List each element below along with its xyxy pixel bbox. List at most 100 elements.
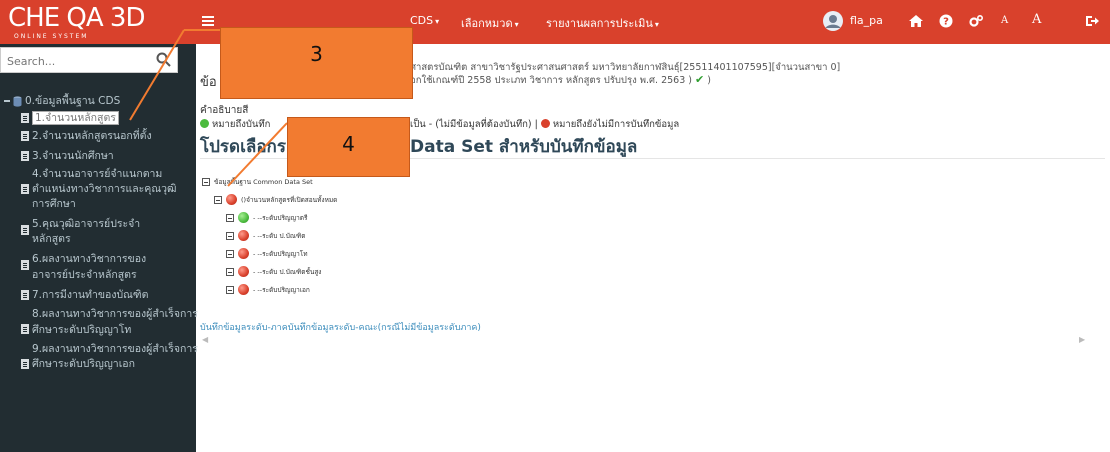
sidebar-item-label: 3.จำนวนนักศึกษา (32, 149, 114, 162)
collapse-toggle-icon[interactable] (226, 267, 234, 276)
settings-gears-icon[interactable] (968, 13, 984, 29)
tree-child-label: ()จำนวนหลักสูตรที่เปิดสอนทั้งหมด (241, 195, 338, 204)
color-legend-left: หมายถึงบันทึก (200, 117, 270, 132)
sidebar-item-label: 7.การมีงานทำของบัณฑิต (32, 288, 149, 301)
page-heading-left: โปรดเลือกร (200, 137, 286, 157)
caret-down-icon: ▾ (435, 17, 440, 26)
logout-icon[interactable] (1084, 13, 1100, 29)
nav-menu-select-category[interactable]: เลือกหมวด ▾ (461, 14, 519, 32)
document-icon (21, 358, 29, 369)
nav-menu-cds[interactable]: CDS ▾ (410, 14, 439, 27)
sidebar-item-students[interactable]: 3.จำนวนนักศึกษา (4, 149, 194, 164)
tree-leaf-label: - --ระดับ ป.บัณฑิตชั้นสูง (253, 267, 322, 276)
collapse-icon[interactable] (4, 100, 10, 102)
tree-leaf-masters[interactable]: - --ระดับปริญญาโท (226, 248, 308, 259)
document-icon (21, 113, 29, 123)
tree-leaf-label: - --ระดับปริญญาตรี (253, 213, 308, 222)
save-by-level-link[interactable]: บันทึกข้อมูลระดับ-ภาคบันทึกข้อมูลระดับ-ค… (200, 320, 481, 334)
sidebar-item-lecturer-qualifications[interactable]: 5.คุณวุฒิอาจารย์ประจำหลักสูตร (4, 217, 168, 248)
sidebar-item-label: 4.จำนวนอาจารย์จำแนกตามตำแหน่งทางวิชาการแ… (32, 167, 177, 211)
document-icon (21, 260, 29, 271)
search-input[interactable] (5, 49, 159, 73)
status-red-icon (238, 266, 249, 277)
caret-down-icon: ▾ (514, 20, 519, 29)
sidebar-item-label: 6.ผลงานทางวิชาการของอาจารย์ประจำหลักสูตร (32, 253, 147, 281)
collapse-toggle-icon[interactable] (226, 249, 234, 258)
nav-menu-cds-label: CDS (410, 14, 434, 27)
callout-box-4: 4 (287, 117, 410, 177)
color-legend-right: เป็น - (ไม่มีข้อมูลที่ต้องบันทึก) | หมาย… (410, 117, 679, 132)
document-icon (21, 224, 29, 235)
tree-leaf-label: - --ระดับปริญญาโท (253, 249, 308, 258)
page-heading-right: Data Set สำหรับบันทึกข้อมูล (410, 137, 638, 157)
user-name[interactable]: fla_pa (850, 14, 883, 27)
sidebar-item-doctoral-publications[interactable]: 9.ผลงานทางวิชาการของผู้สำเร็จการศึกษาระด… (4, 342, 198, 373)
status-red-icon (238, 230, 249, 241)
app-logo[interactable]: CHE QA 3D ONLINE SYSTEM (0, 0, 196, 44)
help-icon[interactable]: ? (938, 13, 954, 29)
document-icon (21, 183, 29, 194)
status-red-icon (226, 194, 237, 205)
document-icon (21, 324, 29, 335)
program-info-prefix: ข้อ (200, 75, 217, 90)
check-icon: ✔ (695, 73, 705, 86)
sidebar-item-lecturer-publications[interactable]: 6.ผลงานทางวิชาการของอาจารย์ประจำหลักสูตร (4, 252, 168, 283)
program-criteria-line: อกใช้เกณฑ์ปี 2558 ประเภท วิชาการ หลักสูต… (410, 73, 711, 88)
document-icon (21, 150, 29, 161)
sidebar-item-faculty-positions[interactable]: 4.จำนวนอาจารย์จำแนกตามตำแหน่งทางวิชาการแ… (4, 167, 190, 213)
user-avatar-icon[interactable] (822, 10, 844, 32)
sidebar-item-label: 2.จำนวนหลักสูตรนอกที่ตั้ง (32, 130, 152, 143)
tree-leaf-label: - --ระดับปริญญาเอก (253, 285, 310, 294)
sidebar-item-offsite-courses[interactable]: 2.จำนวนหลักสูตรนอกที่ตั้ง (4, 129, 194, 144)
tree-leaf-higher-diploma[interactable]: - --ระดับ ป.บัณฑิตชั้นสูง (226, 266, 321, 277)
status-red-icon (238, 248, 249, 259)
font-size-large-button[interactable]: A (1032, 12, 1041, 27)
document-icon (21, 289, 29, 300)
red-status-icon (540, 119, 550, 128)
tree-child-node[interactable]: ()จำนวนหลักสูตรที่เปิดสอนทั้งหมด (214, 194, 337, 205)
sidebar-root-label: 0.ข้อมูลพื้นฐาน CDS (25, 95, 121, 107)
logo-subtitle: ONLINE SYSTEM (14, 33, 89, 40)
nav-menu-assessment-report-label: รายงานผลการประเมิน (546, 17, 653, 30)
nav-menu-assessment-report[interactable]: รายงานผลการประเมิน ▾ (546, 14, 659, 32)
sidebar-item-label: 5.คุณวุฒิอาจารย์ประจำหลักสูตร (32, 217, 141, 246)
legend-mid-text: เป็น - (ไม่มีข้อมูลที่ต้องบันทึก) | (410, 119, 538, 130)
sidebar-item-masters-publications[interactable]: 8.ผลงานทางวิชาการของผู้สำเร็จการศึกษาระด… (4, 307, 198, 338)
sidebar: CHE QA 3D ONLINE SYSTEM 0.ข้อมูลพื้นฐาน … (0, 0, 198, 452)
caret-down-icon: ▾ (654, 20, 659, 29)
collapse-toggle-icon[interactable] (226, 213, 234, 222)
sidebar-item-label: 1.จำนวนหลักสูตร (32, 111, 119, 125)
tree-root-node[interactable]: ข้อมูลพื้นฐาน Common Data Set (202, 177, 313, 187)
legend-red-text: หมายถึงยังไม่มีการบันทึกข้อมูล (552, 119, 680, 130)
home-icon[interactable] (908, 13, 924, 29)
search-box (0, 47, 178, 73)
logo-title: CHE QA 3D (8, 3, 145, 33)
green-status-icon (200, 119, 209, 128)
tree-leaf-graduate-diploma[interactable]: - --ระดับ ป.บัณฑิต (226, 230, 305, 241)
search-icon[interactable] (155, 52, 173, 68)
sidebar-item-graduate-employment[interactable]: 7.การมีงานทำของบัณฑิต (4, 288, 194, 303)
color-legend-label: คำอธิบายสี (200, 105, 249, 116)
tree-leaf-doctoral[interactable]: - --ระดับปริญญาเอก (226, 284, 310, 295)
sidebar-tree: 0.ข้อมูลพื้นฐาน CDS 1.จำนวนหลักสูตร 2.จำ… (4, 93, 198, 372)
font-size-small-button[interactable]: A (1001, 15, 1008, 26)
svg-text:?: ? (943, 17, 949, 28)
main-content: ศาสตรบัณฑิต สาขาวิชารัฐประศาสนศาสตร์ มหา… (196, 44, 1110, 452)
collapse-toggle-icon[interactable] (226, 285, 234, 294)
status-red-icon (238, 284, 249, 295)
tree-leaf-bachelor[interactable]: - --ระดับปริญญาตรี (226, 212, 308, 223)
scroll-left-icon[interactable]: ◀ (202, 335, 208, 344)
collapse-toggle-icon[interactable] (214, 195, 222, 204)
sidebar-root[interactable]: 0.ข้อมูลพื้นฐาน CDS (4, 93, 194, 109)
sidebar-item-label: 9.ผลงานทางวิชาการของผู้สำเร็จการศึกษาระด… (32, 342, 198, 371)
program-criteria-text: อกใช้เกณฑ์ปี 2558 ประเภท วิชาการ หลักสูต… (410, 75, 692, 86)
collapse-toggle-icon[interactable] (202, 178, 210, 186)
hamburger-menu-icon[interactable] (200, 12, 218, 30)
closing-paren: ) (707, 75, 711, 86)
nav-menu-select-category-label: เลือกหมวด (461, 17, 513, 30)
database-icon (13, 95, 22, 107)
collapse-toggle-icon[interactable] (226, 231, 234, 240)
legend-green-text: หมายถึงบันทึก (212, 119, 271, 130)
scroll-right-icon[interactable]: ▶ (1079, 335, 1085, 344)
sidebar-item-courses[interactable]: 1.จำนวนหลักสูตร (4, 111, 194, 126)
